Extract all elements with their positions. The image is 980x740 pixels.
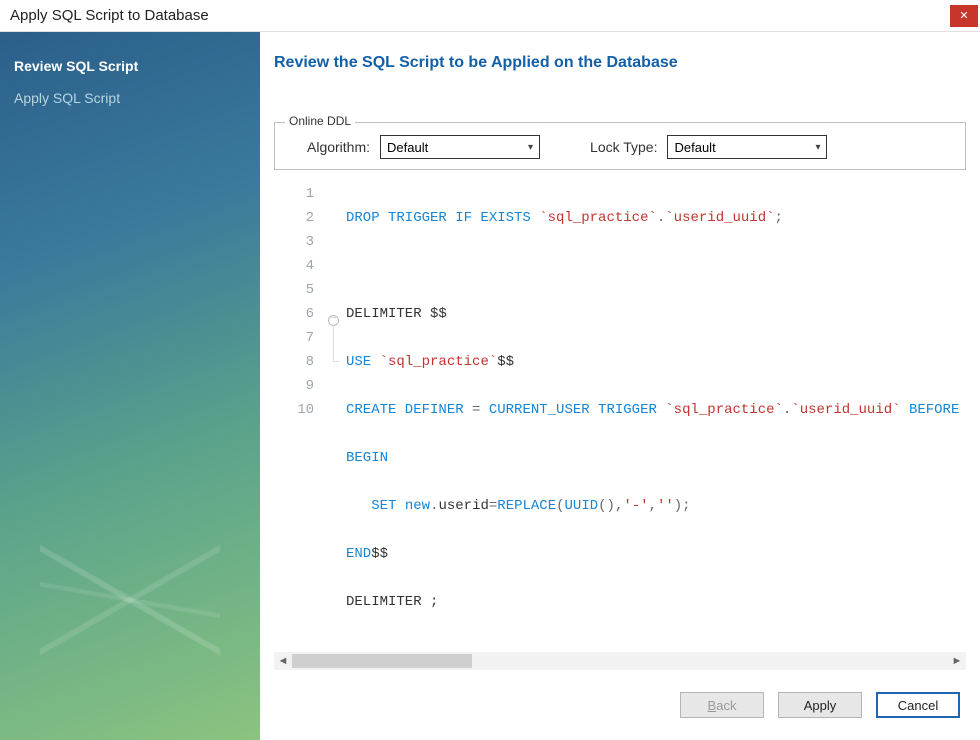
wizard-sidebar: Review SQL Script Apply SQL Script (0, 32, 260, 740)
lock-type-label: Lock Type: (590, 139, 657, 155)
scroll-left-arrow-icon[interactable]: ◄ (274, 655, 292, 667)
sql-editor[interactable]: 12345 678910 − DROP TRIGGER IF EXISTS `s… (274, 178, 966, 650)
fold-toggle-icon[interactable]: − (328, 315, 339, 326)
scroll-thumb[interactable] (292, 654, 472, 668)
sidebar-item-label: Review SQL Script (14, 58, 138, 74)
online-ddl-group: Online DDL Algorithm: Default ▾ Lock Typ… (274, 122, 966, 170)
fold-gutter: − (328, 182, 346, 650)
code-content: DROP TRIGGER IF EXISTS `sql_practice`.`u… (346, 182, 966, 650)
horizontal-scrollbar[interactable]: ◄ ► (274, 652, 966, 670)
line-gutter: 12345 678910 (274, 182, 328, 650)
lock-type-value: Default (674, 140, 715, 155)
sidebar-item-label: Apply SQL Script (14, 90, 120, 106)
chevron-down-icon: ▾ (528, 142, 533, 153)
page-title: Review the SQL Script to be Applied on t… (274, 54, 966, 72)
apply-button[interactable]: Apply (778, 692, 862, 718)
sidebar-item-apply-sql-script[interactable]: Apply SQL Script (0, 82, 260, 114)
cancel-button[interactable]: Cancel (876, 692, 960, 718)
titlebar: Apply SQL Script to Database ✕ (0, 0, 980, 32)
algorithm-value: Default (387, 140, 428, 155)
scroll-track[interactable] (292, 654, 948, 668)
algorithm-label: Algorithm: (307, 139, 370, 155)
back-button: Back (680, 692, 764, 718)
scroll-right-arrow-icon[interactable]: ► (948, 655, 966, 667)
window-title: Apply SQL Script to Database (10, 7, 209, 24)
close-button[interactable]: ✕ (950, 5, 978, 27)
lock-type-select[interactable]: Default ▾ (667, 135, 827, 159)
sidebar-item-review-sql-script[interactable]: Review SQL Script (0, 50, 260, 82)
algorithm-select[interactable]: Default ▾ (380, 135, 540, 159)
dialog-button-row: Back Apply Cancel (274, 670, 966, 726)
chevron-down-icon: ▾ (815, 142, 820, 153)
main-panel: Review the SQL Script to be Applied on t… (260, 32, 980, 740)
close-icon: ✕ (959, 9, 968, 22)
online-ddl-legend: Online DDL (285, 114, 355, 128)
